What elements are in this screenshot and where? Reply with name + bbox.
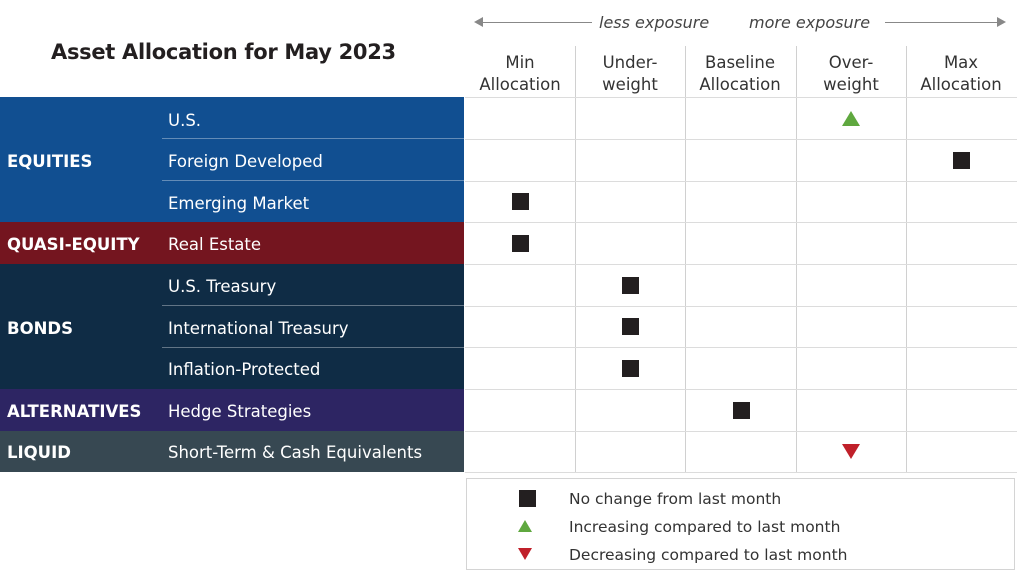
asset-us: U.S. — [168, 111, 202, 130]
marker-no-change-5 — [622, 318, 640, 335]
asset-international-treasury: International Treasury — [168, 319, 349, 338]
legend-text: No change from last month — [569, 490, 782, 508]
marker-no-change-2 — [511, 193, 529, 210]
column-header-underweight: Under-weight — [602, 53, 658, 94]
legend-text: Decreasing compared to last month — [569, 546, 848, 564]
legend-row-decreasing: Decreasing compared to last month — [467, 543, 1014, 569]
group-bonds: BONDS U.S. Treasury International Treasu… — [0, 264, 464, 389]
group-label-alternatives: ALTERNATIVES — [7, 402, 142, 421]
less-exposure-line — [482, 22, 592, 23]
chart-title: Asset Allocation for May 2023 — [51, 40, 396, 64]
marker-no-change-4 — [622, 276, 640, 294]
marker-no-change-6 — [622, 359, 640, 377]
marker-decreasing-8 — [842, 444, 861, 459]
grid-hline — [465, 181, 1017, 182]
column-header-baseline: Baseline Allocation — [699, 53, 781, 94]
more-exposure-label: more exposure — [749, 13, 871, 32]
marker-increasing-0 — [842, 110, 861, 126]
asset-us-treasury: U.S. Treasury — [168, 277, 277, 296]
legend-row-no-change: No change from last month — [467, 487, 1014, 513]
triangle-down-icon — [518, 548, 532, 560]
group-alternatives: ALTERNATIVES Hedge Strategies — [0, 389, 464, 431]
group-label-equities: EQUITIES — [7, 152, 93, 171]
more-exposure-line — [885, 22, 997, 23]
grid-hline — [465, 222, 1017, 223]
grid-hline — [465, 389, 1017, 390]
marker-no-change-7 — [732, 401, 750, 419]
row-divider — [162, 305, 464, 306]
grid-vline — [796, 46, 797, 472]
row-divider — [162, 138, 464, 139]
asset-hedge-strategies: Hedge Strategies — [168, 402, 312, 421]
column-header-min: Min Allocation — [479, 53, 561, 94]
grid-vline — [906, 46, 907, 472]
grid-hline — [465, 97, 1017, 98]
asset-inflation-protected: Inflation-Protected — [168, 360, 321, 379]
grid-vline — [685, 46, 686, 472]
column-header-overweight: Over-weight — [823, 53, 879, 94]
grid-hline — [465, 306, 1017, 307]
group-quasi-equity: QUASI-EQUITY Real Estate — [0, 222, 464, 264]
row-divider — [162, 347, 464, 348]
legend-text: Increasing compared to last month — [569, 518, 841, 536]
group-equities: EQUITIES U.S. Foreign Developed Emerging… — [0, 97, 464, 222]
asset-emerging-market: Emerging Market — [168, 194, 310, 213]
asset-real-estate: Real Estate — [168, 235, 262, 254]
legend-row-increasing: Increasing compared to last month — [467, 515, 1014, 541]
group-label-quasi-equity: QUASI-EQUITY — [7, 235, 140, 254]
right-arrow-icon — [997, 17, 1006, 27]
triangle-up-icon — [518, 520, 532, 532]
marker-no-change-3 — [511, 234, 529, 252]
legend: No change from last month Increasing com… — [466, 478, 1015, 570]
grid-hline — [465, 431, 1017, 432]
asset-short-term-cash: Short-Term & Cash Equivalents — [168, 443, 423, 462]
group-liquid: LIQUID Short-Term & Cash Equivalents — [0, 431, 464, 472]
square-icon — [519, 490, 536, 507]
row-divider — [162, 180, 464, 181]
group-label-liquid: LIQUID — [7, 443, 71, 462]
asset-foreign-developed: Foreign Developed — [168, 152, 323, 171]
marker-no-change-1 — [953, 151, 971, 169]
grid-hline — [465, 472, 1017, 473]
grid-hline — [465, 139, 1017, 140]
grid-hline — [465, 264, 1017, 265]
group-label-bonds: BONDS — [7, 319, 73, 338]
column-header-max: Max Allocation — [920, 53, 1002, 94]
less-exposure-label: less exposure — [599, 13, 710, 32]
grid-hline — [465, 347, 1017, 348]
grid-vline — [575, 46, 576, 472]
